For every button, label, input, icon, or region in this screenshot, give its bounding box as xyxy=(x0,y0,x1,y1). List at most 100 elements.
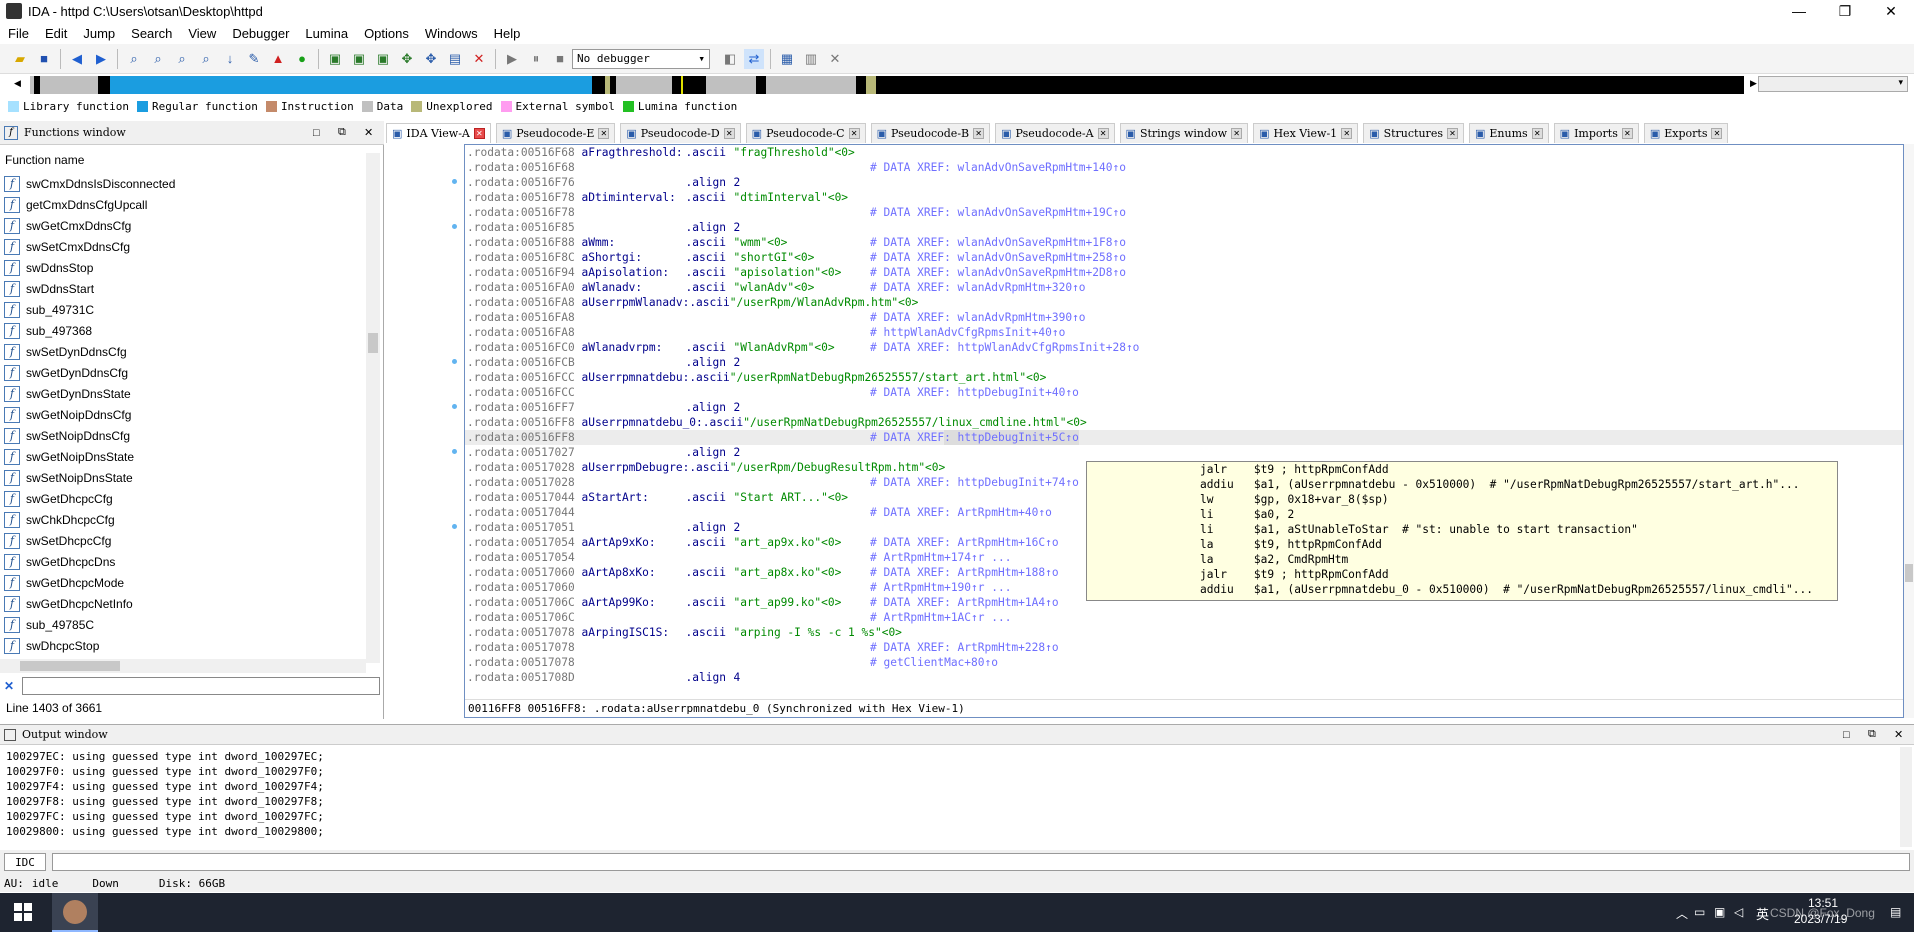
close-tab-icon[interactable]: ✕ xyxy=(1231,128,1243,139)
windows-start-icon[interactable] xyxy=(14,903,32,921)
volume-icon[interactable]: ◁ xyxy=(1734,905,1743,919)
code-label[interactable]: aArtAp99Ko: xyxy=(582,595,686,610)
binary-search-icon[interactable]: ⌕ xyxy=(124,49,144,69)
clear-filter-icon[interactable]: ✕ xyxy=(4,679,14,693)
mark-position-icon[interactable]: ✎ xyxy=(244,49,264,69)
scrollbar-thumb[interactable] xyxy=(368,333,378,353)
code-label[interactable]: aArtAp8xKo: xyxy=(582,565,686,580)
function-list-item[interactable]: f swGetDhcpcDns xyxy=(0,551,366,572)
function-list-item[interactable]: f getCmxDdnsCfgUpcall xyxy=(0,194,366,215)
tab-pseudocode-d[interactable]: ▣ Pseudocode-D ✕ xyxy=(620,123,741,143)
functions-horizontal-scrollbar[interactable] xyxy=(0,659,366,673)
code-line[interactable]: .rodata:00516FCB .align 2 xyxy=(465,355,1903,370)
code-label[interactable]: aWmm: xyxy=(582,235,686,250)
code-label[interactable]: aUserrpmnatdebu_0: xyxy=(582,415,703,430)
code-line[interactable]: .rodata:00516F85 .align 2 xyxy=(465,220,1903,235)
pause-icon[interactable]: ⏸ xyxy=(526,49,546,69)
code-label[interactable]: aShortgi: xyxy=(582,250,686,265)
code-label[interactable]: aArtAp9xKo: xyxy=(582,535,686,550)
function-list-item[interactable]: f swDhcpcStop xyxy=(0,635,366,656)
function-list-item[interactable]: f swGetNoipDnsState xyxy=(0,446,366,467)
function-list-item[interactable]: f swChkDhcpcCfg xyxy=(0,509,366,530)
function-list-item[interactable]: f swCmxDdnsIsDisconnected xyxy=(0,173,366,194)
code-vertical-scrollbar[interactable] xyxy=(1904,144,1914,718)
menu-lumina[interactable]: Lumina xyxy=(297,26,356,41)
restore-panel-icon[interactable]: □ xyxy=(1843,729,1850,741)
minimize-button[interactable]: — xyxy=(1776,0,1822,22)
tab-imports[interactable]: ▣ Imports ✕ xyxy=(1553,123,1639,143)
navigation-band[interactable]: ◀ ▶ ▾ xyxy=(8,74,1908,96)
code-label[interactable]: aApisolation: xyxy=(582,265,686,280)
code-line[interactable]: .rodata:00516F78 aDtiminterval: .ascii "dt… xyxy=(465,190,1903,205)
menu-windows[interactable]: Windows xyxy=(417,26,486,41)
tab-ida-view-a[interactable]: ▣ IDA View-A ✕ xyxy=(386,123,491,143)
close-tab-icon[interactable]: ✕ xyxy=(973,128,985,139)
scrollbar-thumb[interactable] xyxy=(20,661,120,671)
green-circle-icon[interactable]: ● xyxy=(292,49,312,69)
trace-icon[interactable]: ✕ xyxy=(825,49,845,69)
notification-icon[interactable]: ▤ xyxy=(1890,905,1901,919)
stop-icon[interactable]: ■ xyxy=(550,49,570,69)
functions-vertical-scrollbar[interactable] xyxy=(366,153,380,663)
jump-down-icon[interactable]: ↓ xyxy=(220,49,240,69)
function-list-item[interactable]: f swDdnsStop xyxy=(0,257,366,278)
close-button[interactable]: ✕ xyxy=(1868,0,1914,22)
breakpoint-icon[interactable]: ◧ xyxy=(720,49,740,69)
code-line[interactable]: .rodata:00516FA8 aUserrpmWlanadv:.ascii"… xyxy=(465,295,1903,310)
close-tab-icon[interactable]: ✕ xyxy=(1621,128,1633,139)
nav-scale-dropdown[interactable]: ▾ xyxy=(1758,76,1908,92)
restore-panel-icon[interactable]: □ xyxy=(313,127,320,139)
code-label[interactable]: aDtiminterval: xyxy=(582,190,686,205)
function-list-item[interactable]: f swDdnsStart xyxy=(0,278,366,299)
tray-chevron-icon[interactable]: ︿ xyxy=(1676,905,1688,922)
code-line[interactable]: .rodata:00516FCC aUserrpmnatdebu:.ascii"… xyxy=(465,370,1903,385)
close-tab-icon[interactable]: ✕ xyxy=(1711,128,1723,139)
code-line[interactable]: .rodata:00516FF8 # DATA XREF: httpDebugI… xyxy=(465,430,1903,445)
function-list-item[interactable]: f sub_497368 xyxy=(0,320,366,341)
function-list-item[interactable]: f swSetNoipDnsState xyxy=(0,467,366,488)
close-tab-icon[interactable]: ✕ xyxy=(473,128,485,139)
next-search-icon[interactable]: ⌕ xyxy=(196,49,216,69)
add-segment-icon[interactable]: ▣ xyxy=(373,49,393,69)
function-list-item[interactable]: f swGetDynDdnsCfg xyxy=(0,362,366,383)
tray-app-icon[interactable]: ▭ xyxy=(1694,905,1705,919)
menu-jump[interactable]: Jump xyxy=(75,26,123,41)
tab-structures[interactable]: ▣ Structures ✕ xyxy=(1363,123,1464,143)
menu-help[interactable]: Help xyxy=(486,26,529,41)
cross-reference-icon[interactable]: ▦ xyxy=(777,49,797,69)
close-tab-icon[interactable]: ✕ xyxy=(1097,128,1109,139)
stack-icon[interactable]: ▥ xyxy=(801,49,821,69)
float-panel-icon[interactable]: ⧉ xyxy=(338,126,346,139)
menu-search[interactable]: Search xyxy=(123,26,180,41)
float-panel-icon[interactable]: ⧉ xyxy=(1868,728,1876,741)
code-line[interactable]: .rodata:0051706C # ArtRpmHtm+1AC↑r ... xyxy=(465,610,1903,625)
code-line[interactable]: .rodata:00516FF7 .align 2 xyxy=(465,400,1903,415)
code-line[interactable]: .rodata:00516F8C aShortgi: .ascii "shortGI… xyxy=(465,250,1903,265)
save-icon[interactable]: ■ xyxy=(34,49,54,69)
close-tab-icon[interactable]: ✕ xyxy=(723,128,735,139)
code-line[interactable]: .rodata:00517078 # getClientMac+80↑o xyxy=(465,655,1903,670)
code-line[interactable]: .rodata:00516FA8 # DATA XREF: wlanAdvRpm… xyxy=(465,310,1903,325)
function-list-item[interactable]: f swSetDynDdnsCfg xyxy=(0,341,366,362)
code-label[interactable]: aFragthreshold: xyxy=(582,145,686,160)
code-label[interactable]: aArpingISC1S: xyxy=(582,625,686,640)
function-name-column-header[interactable]: Function name xyxy=(0,153,380,171)
close-tab-icon[interactable]: ✕ xyxy=(848,128,860,139)
functions-filter-input[interactable] xyxy=(22,677,381,695)
output-vertical-scrollbar[interactable] xyxy=(1900,747,1912,847)
debug-flag-icon[interactable]: ▲ xyxy=(268,49,288,69)
menu-edit[interactable]: Edit xyxy=(37,26,75,41)
immediate-search-icon[interactable]: ⌕ xyxy=(172,49,192,69)
code-line[interactable]: .rodata:00517078 aArpingISC1S: .ascii "arp… xyxy=(465,625,1903,640)
code-line[interactable]: .rodata:00516FF8 aUserrpmnatdebu_0:.asci… xyxy=(465,415,1903,430)
tab-hex-view-1[interactable]: ▣ Hex View-1 ✕ xyxy=(1253,123,1359,143)
navigation-strip[interactable] xyxy=(30,76,1744,94)
tab-pseudocode-e[interactable]: ▣ Pseudocode-E ✕ xyxy=(495,123,616,143)
network-icon[interactable]: ▣ xyxy=(1714,905,1725,919)
open-folder-icon[interactable]: ▰ xyxy=(10,49,30,69)
code-line[interactable]: .rodata:00516F76 .align 2 xyxy=(465,175,1903,190)
code-label[interactable]: aUserrpmDebugre: xyxy=(582,460,690,475)
menu-file[interactable]: File xyxy=(0,26,37,41)
forward-arrow-icon[interactable]: ▶ xyxy=(91,49,111,69)
tab-enums[interactable]: ▣ Enums ✕ xyxy=(1468,123,1549,143)
